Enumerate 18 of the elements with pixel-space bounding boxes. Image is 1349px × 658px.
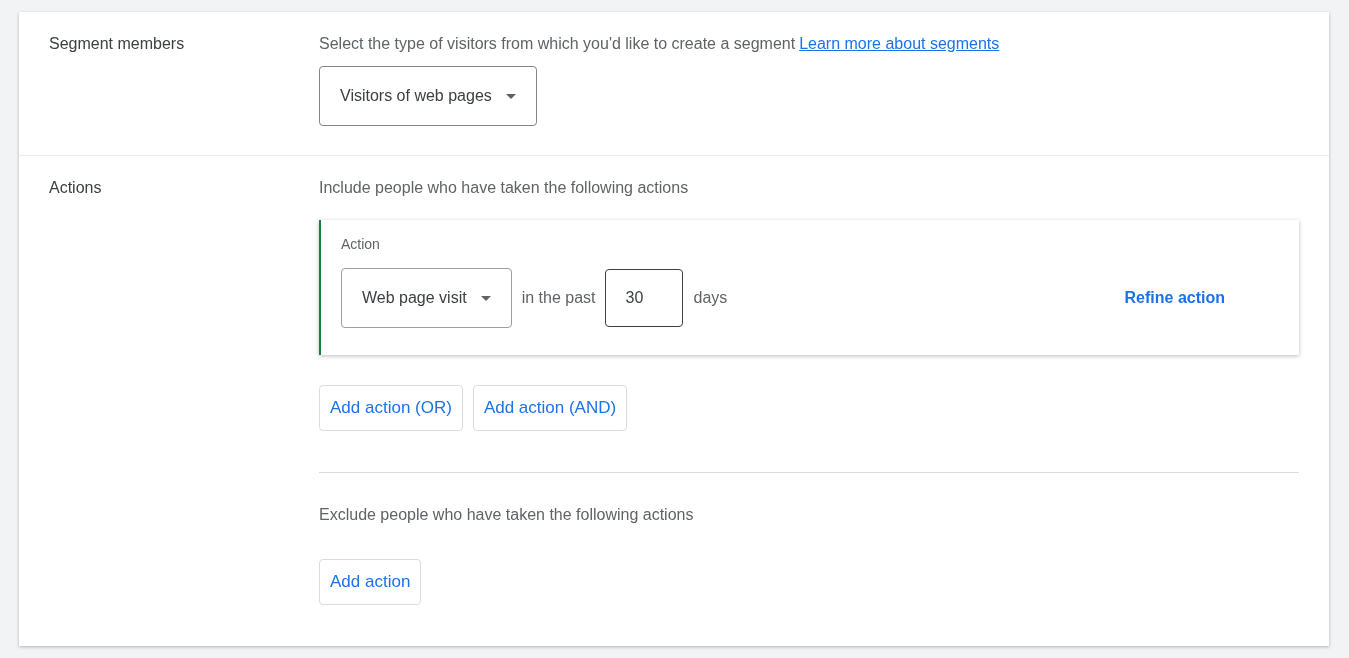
action-card-title: Action [341,236,381,252]
add-action-button[interactable]: Add action [319,559,422,605]
learn-more-link[interactable]: Learn more about segments [799,35,1000,52]
caret-icon [505,93,516,99]
add-action-button[interactable]: Add action (OR) [319,385,463,431]
exclude-description: Exclude people who have taken the following actions [319,505,695,525]
caret-icon [480,295,491,301]
include-description: Include people who have taken the following actions [319,178,690,198]
action-type-dropdown[interactable]: Web page visit [341,268,512,328]
days-input-field[interactable]: 30 [605,269,684,327]
days-text: days [693,289,728,307]
section-label: Segment members [49,34,186,54]
in-the-past-text: in the past [521,289,596,307]
section-label: Actions [49,178,103,198]
section-description: Select the type of visitors from which you'd like to create a segment [319,35,796,52]
refine-action-link[interactable]: Refine action [1124,289,1225,307]
visitor-type-dropdown[interactable]: Visitors of web pages [319,66,537,126]
add-action-button[interactable]: Add action (AND) [472,385,628,431]
